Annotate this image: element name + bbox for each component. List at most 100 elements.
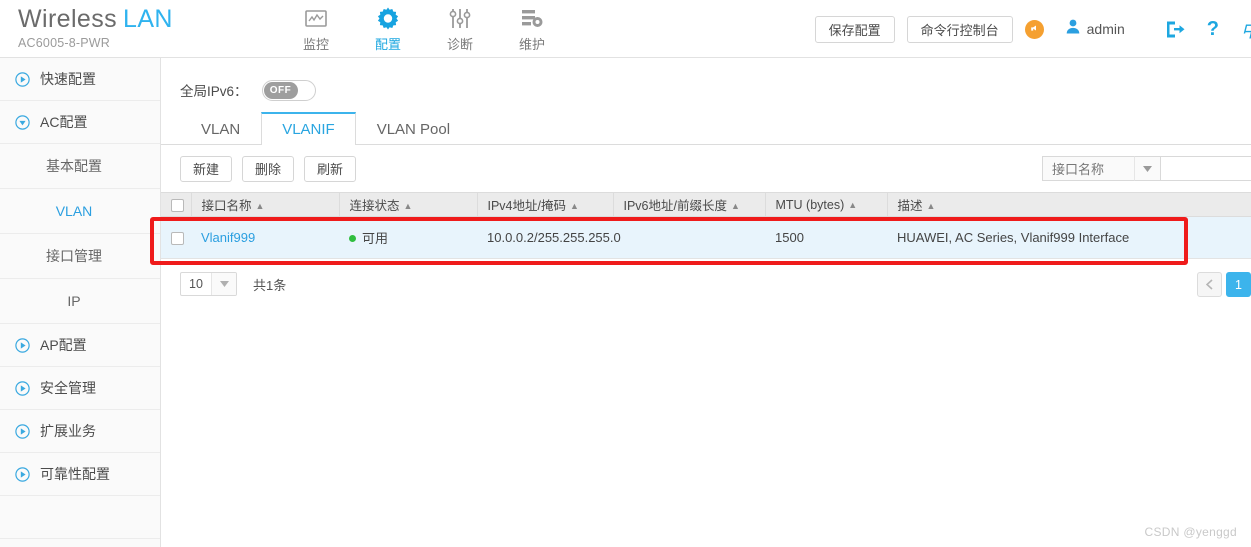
play-circle-icon bbox=[15, 423, 30, 439]
top-navigation: 监控 配置 诊断 维护 bbox=[280, 0, 568, 57]
status-dot-icon bbox=[349, 235, 356, 242]
user-menu[interactable]: admin bbox=[1066, 19, 1125, 39]
page-size-value: 10 bbox=[189, 277, 203, 291]
row-select-cell bbox=[161, 216, 191, 259]
select-all-checkbox[interactable] bbox=[171, 198, 184, 212]
total-count-label: 共1条 bbox=[253, 277, 287, 293]
sort-asc-icon: ▲ bbox=[731, 201, 740, 211]
maintenance-icon bbox=[520, 5, 544, 33]
sidebar-item-basic-config[interactable]: 基本配置 bbox=[0, 144, 160, 189]
prev-page-button[interactable] bbox=[1197, 272, 1222, 297]
sidebar-item-quick-config[interactable]: 快速配置 bbox=[0, 58, 160, 101]
table-header-row: 接口名称 ▲ 连接状态 ▲ IPv4地址/掩码 ▲ IPv6地址/前缀长度 ▲ MTU bbox=[161, 192, 1251, 217]
gear-icon bbox=[375, 5, 401, 33]
brand-block: Wireless LAN AC6005-8-PWR bbox=[0, 0, 280, 57]
column-header-ipv6[interactable]: IPv6地址/前缀长度 ▲ bbox=[613, 192, 766, 217]
column-header-description[interactable]: 描述 ▲ bbox=[887, 192, 1251, 217]
wireless-lan-web-ui: Wireless LAN AC6005-8-PWR 监控 配置 诊断 维护 保存… bbox=[0, 0, 1251, 547]
sidebar-label-ip: IP bbox=[67, 293, 81, 309]
cli-console-button[interactable]: 命令行控制台 bbox=[906, 15, 1013, 43]
sidebar-label-quick-config: 快速配置 bbox=[40, 71, 96, 87]
column-header-interface-name[interactable]: 接口名称 ▲ bbox=[191, 192, 340, 217]
topnav-item-maintenance[interactable]: 维护 bbox=[496, 3, 568, 53]
sidebar-label-ap-config: AP配置 bbox=[40, 337, 87, 353]
table-row[interactable]: Vlanif999 可用 10.0.0.2/255.255.255.0 1500… bbox=[161, 216, 1251, 259]
refresh-button[interactable]: 刷新 bbox=[304, 155, 356, 182]
column-header-ipv4[interactable]: IPv4地址/掩码 ▲ bbox=[477, 192, 614, 217]
table-toolbar: 新建 删除 刷新 接口名称 bbox=[161, 145, 1251, 192]
device-model: AC6005-8-PWR bbox=[18, 36, 111, 50]
sort-asc-icon: ▲ bbox=[848, 199, 858, 210]
delete-button[interactable]: 删除 bbox=[242, 155, 294, 182]
save-config-button[interactable]: 保存配置 bbox=[814, 15, 895, 43]
topnav-label-monitor: 监控 bbox=[302, 37, 329, 52]
sidebar-label-vlan: VLAN bbox=[55, 203, 93, 219]
chevron-down-icon[interactable] bbox=[1134, 156, 1161, 181]
sidebar-item-security-management[interactable]: 安全管理 bbox=[0, 367, 160, 410]
pagination-controls: 1 bbox=[1197, 272, 1251, 297]
cell-ipv6 bbox=[613, 216, 765, 259]
alarm-bell-icon[interactable] bbox=[1024, 19, 1044, 39]
search-filter: 接口名称 bbox=[1042, 156, 1251, 181]
sort-asc-icon: ▲ bbox=[403, 201, 413, 211]
column-label-mtu: MTU (bytes) bbox=[775, 197, 845, 212]
toggle-state-label: OFF bbox=[263, 81, 298, 99]
global-ipv6-row: 全局IPv6： OFF bbox=[161, 58, 1251, 104]
column-header-link-status[interactable]: 连接状态 ▲ bbox=[339, 192, 478, 217]
vlanif-table: 接口名称 ▲ 连接状态 ▲ IPv4地址/掩码 ▲ IPv6地址/前缀长度 ▲ MTU bbox=[161, 192, 1251, 259]
sidebar-item-ac-config[interactable]: AC配置 bbox=[0, 101, 160, 144]
topnav-item-monitor[interactable]: 监控 bbox=[280, 3, 352, 53]
sidebar-item-reliability-config[interactable]: 可靠性配置 bbox=[0, 453, 160, 496]
user-icon bbox=[1066, 19, 1080, 39]
page-number-button[interactable]: 1 bbox=[1226, 272, 1251, 297]
column-label-interface-name: 接口名称 bbox=[201, 199, 252, 213]
topnav-label-diagnostics: 诊断 bbox=[446, 37, 473, 52]
tab-vlanif[interactable]: VLANIF bbox=[261, 112, 356, 145]
brand-name: Wireless bbox=[18, 5, 118, 33]
play-circle-icon bbox=[15, 71, 30, 87]
search-field-select[interactable]: 接口名称 bbox=[1042, 156, 1134, 181]
row-checkbox[interactable] bbox=[171, 232, 184, 246]
sidebar-item-interface-management[interactable]: 接口管理 bbox=[0, 234, 160, 279]
column-header-mtu[interactable]: MTU (bytes) ▲ bbox=[765, 192, 888, 217]
logout-icon[interactable] bbox=[1165, 20, 1185, 39]
cell-ipv4: 10.0.0.2/255.255.255.0 bbox=[477, 216, 621, 259]
monitor-icon bbox=[305, 5, 327, 33]
chevron-down-icon bbox=[211, 273, 236, 295]
help-icon[interactable]: ? bbox=[1207, 18, 1219, 41]
column-label-link-status: 连接状态 bbox=[349, 199, 400, 213]
sidebar-item-ap-config[interactable]: AP配置 bbox=[0, 324, 160, 367]
main-content: 全局IPv6： OFF VLAN VLANIF VLAN Pool 新建 删除 … bbox=[161, 58, 1251, 547]
sort-asc-icon: ▲ bbox=[570, 201, 579, 211]
play-circle-icon bbox=[15, 337, 30, 353]
brand-accent: LAN bbox=[123, 5, 173, 33]
sidebar-item-vlan[interactable]: VLAN bbox=[0, 189, 160, 234]
global-ipv6-toggle[interactable]: OFF bbox=[261, 79, 316, 101]
cell-link-status: 可用 bbox=[339, 216, 477, 259]
language-icon[interactable]: 中 bbox=[1241, 16, 1251, 43]
new-button[interactable]: 新建 bbox=[180, 155, 232, 182]
tab-vlan-pool[interactable]: VLAN Pool bbox=[356, 112, 471, 145]
topnav-item-diagnostics[interactable]: 诊断 bbox=[424, 3, 496, 53]
column-label-description: 描述 bbox=[897, 199, 923, 213]
search-input[interactable] bbox=[1161, 156, 1251, 181]
interface-name-link[interactable]: Vlanif999 bbox=[201, 230, 255, 245]
sidebar-item-extended-service[interactable]: 扩展业务 bbox=[0, 410, 160, 453]
sliders-icon bbox=[448, 5, 472, 33]
column-label-ipv6: IPv6地址/前缀长度 bbox=[623, 199, 728, 213]
sidebar-item-ip[interactable]: IP bbox=[0, 279, 160, 324]
chevron-down-circle-icon bbox=[15, 114, 30, 130]
page-size-select[interactable]: 10 bbox=[180, 272, 237, 296]
tab-vlan[interactable]: VLAN bbox=[180, 112, 261, 145]
select-all-header bbox=[161, 192, 192, 217]
status-badge: 可用 bbox=[362, 231, 389, 246]
topnav-item-configuration[interactable]: 配置 bbox=[352, 3, 424, 53]
sidebar: 快速配置 AC配置 基本配置 VLAN 接口管理 IP AP配置 安全管理 扩展… bbox=[0, 58, 161, 547]
column-label-ipv4: IPv4地址/掩码 bbox=[487, 199, 567, 213]
sidebar-label-interface-management: 接口管理 bbox=[46, 248, 102, 264]
topnav-label-configuration: 配置 bbox=[374, 37, 401, 52]
sidebar-label-basic-config: 基本配置 bbox=[46, 158, 102, 174]
cell-mtu: 1500 bbox=[765, 216, 887, 259]
play-circle-icon bbox=[15, 380, 30, 396]
header-actions: 保存配置 命令行控制台 admin ? bbox=[814, 0, 1251, 58]
